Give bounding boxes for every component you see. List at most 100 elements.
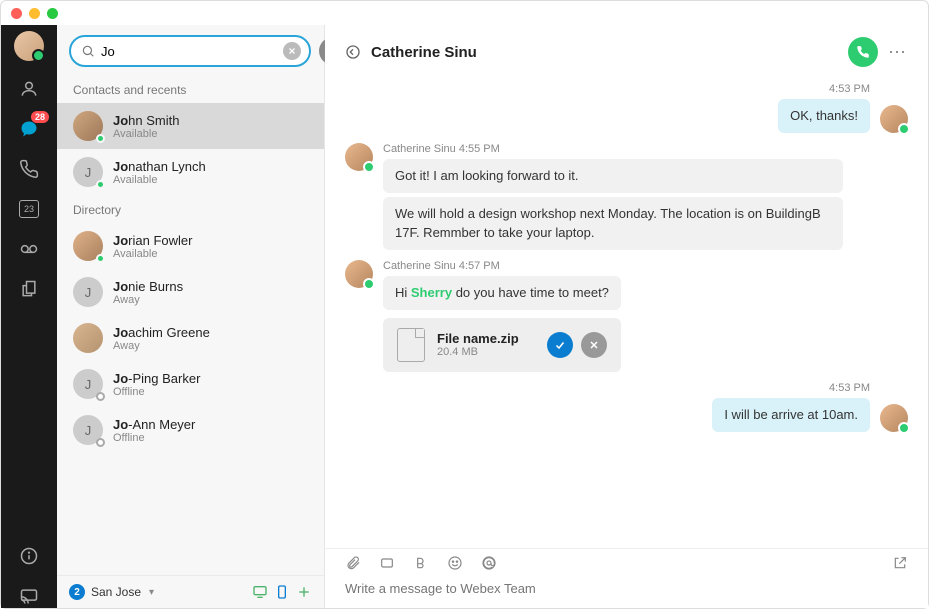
contact-status: Away	[113, 340, 210, 352]
message-input[interactable]	[345, 581, 908, 596]
avatar: J	[73, 415, 103, 445]
window-minimize-dot[interactable]	[29, 8, 40, 19]
decline-file-button[interactable]	[581, 332, 607, 358]
contact-name: Jo-Ann Meyer	[113, 417, 195, 432]
presence-offline-icon	[96, 392, 105, 401]
presence-available-icon	[96, 180, 105, 189]
avatar: J	[73, 157, 103, 187]
mention[interactable]: Sherry	[411, 285, 452, 300]
directory-item[interactable]: J Jo-Ping Barker Offline	[57, 361, 324, 407]
self-avatar[interactable]	[14, 31, 44, 61]
message-list: 4:53 PM OK, thanks! Catherine Sinu 4:55 …	[325, 75, 928, 548]
attach-icon[interactable]	[345, 555, 361, 571]
file-icon	[397, 328, 425, 362]
message-time: 4:53 PM	[829, 83, 870, 95]
message-bubble: Got it! I am looking forward to it.	[383, 159, 843, 193]
back-icon[interactable]	[345, 44, 361, 60]
contact-status: Away	[113, 294, 183, 306]
window-close-dot[interactable]	[11, 8, 22, 19]
file-attachment[interactable]: File name.zip 20.4 MB	[383, 318, 621, 372]
directory-item[interactable]: Joachim Greene Away	[57, 315, 324, 361]
calendar-icon[interactable]: 23	[17, 197, 41, 221]
chat-header: Catherine Sinu ⋯	[325, 25, 928, 75]
contact-status: Available	[113, 128, 179, 140]
monitor-icon[interactable]	[252, 584, 268, 600]
avatar	[880, 404, 908, 432]
contact-status: Offline	[113, 432, 195, 444]
contact-status: Offline	[113, 386, 200, 398]
contact-status: Available	[113, 174, 206, 186]
mention-icon[interactable]	[481, 555, 497, 571]
contact-item[interactable]: John Smith Available	[57, 103, 324, 149]
message-bubble: OK, thanks!	[778, 99, 870, 133]
avatar	[73, 323, 103, 353]
section-contacts-recents: Contacts and recents	[57, 75, 324, 103]
sidebar: Cancel Contacts and recents John Smith A…	[57, 25, 325, 608]
message-row: 4:53 PM I will be arrive at 10am.	[345, 382, 908, 432]
message-meta: Catherine Sinu 4:55 PM	[383, 143, 843, 155]
clear-search-icon[interactable]	[283, 42, 301, 60]
window-titlebar	[1, 1, 928, 25]
call-button[interactable]	[848, 37, 878, 67]
message-bubble: Hi Sherry do you have time to meet?	[383, 276, 621, 310]
sidebar-footer: 2 San Jose ▾	[57, 575, 324, 608]
chevron-down-icon[interactable]: ▾	[149, 587, 154, 598]
voicemail-icon[interactable]	[17, 237, 41, 261]
section-directory: Directory	[57, 195, 324, 223]
directory-item[interactable]: Jorian Fowler Available	[57, 223, 324, 269]
contact-status: Available	[113, 248, 192, 260]
composer-toolbar	[325, 548, 928, 577]
presence-offline-icon	[96, 438, 105, 447]
presence-available-icon	[96, 134, 105, 143]
apps-icon[interactable]	[17, 277, 41, 301]
contact-item[interactable]: J Jonathan Lynch Available	[57, 149, 324, 195]
accept-file-button[interactable]	[547, 332, 573, 358]
add-device-icon[interactable]	[296, 584, 312, 600]
contact-name: John Smith	[113, 113, 179, 128]
cast-icon[interactable]	[17, 584, 41, 608]
format-icon[interactable]	[413, 555, 429, 571]
location-name[interactable]: San Jose	[91, 585, 141, 599]
nav-rail: 28 23	[1, 25, 57, 608]
chat-badge: 28	[31, 111, 49, 123]
avatar	[345, 143, 373, 171]
message-bubble: I will be arrive at 10am.	[712, 398, 870, 432]
composer	[325, 577, 928, 608]
avatar	[880, 105, 908, 133]
message-meta: Catherine Sinu 4:57 PM	[383, 260, 621, 272]
call-icon[interactable]	[17, 157, 41, 181]
directory-item[interactable]: J Jo-Ann Meyer Offline	[57, 407, 324, 453]
message-row: Catherine Sinu 4:55 PM Got it! I am look…	[345, 143, 908, 250]
contact-name: Jonie Burns	[113, 279, 183, 294]
chat-panel: Catherine Sinu ⋯ 4:53 PM OK, thanks!	[325, 25, 928, 608]
message-row: Catherine Sinu 4:57 PM Hi Sherry do you …	[345, 260, 908, 372]
info-icon[interactable]	[17, 544, 41, 568]
chat-icon[interactable]: 28	[17, 117, 41, 141]
location-badge: 2	[69, 584, 85, 600]
message-row: 4:53 PM OK, thanks!	[345, 83, 908, 133]
chat-title: Catherine Sinu	[371, 44, 477, 61]
search-box[interactable]	[69, 35, 311, 67]
more-button[interactable]: ⋯	[888, 42, 908, 63]
message-bubble: We will hold a design workshop next Mond…	[383, 197, 843, 249]
avatar	[345, 260, 373, 288]
contact-name: Jonathan Lynch	[113, 159, 206, 174]
search-icon	[81, 44, 95, 58]
emoji-icon[interactable]	[447, 555, 463, 571]
directory-item[interactable]: J Jonie Burns Away	[57, 269, 324, 315]
avatar: J	[73, 277, 103, 307]
popout-icon[interactable]	[892, 555, 908, 571]
contact-name: Jorian Fowler	[113, 233, 192, 248]
device-icon[interactable]	[274, 584, 290, 600]
message-time: 4:53 PM	[829, 382, 870, 394]
window-maximize-dot[interactable]	[47, 8, 58, 19]
avatar	[73, 111, 103, 141]
presence-available-icon	[96, 254, 105, 263]
contacts-icon[interactable]	[17, 77, 41, 101]
file-size: 20.4 MB	[437, 346, 519, 358]
contact-name: Joachim Greene	[113, 325, 210, 340]
contact-name: Jo-Ping Barker	[113, 371, 200, 386]
screen-capture-icon[interactable]	[379, 555, 395, 571]
search-input[interactable]	[95, 44, 283, 59]
file-name: File name.zip	[437, 331, 519, 346]
